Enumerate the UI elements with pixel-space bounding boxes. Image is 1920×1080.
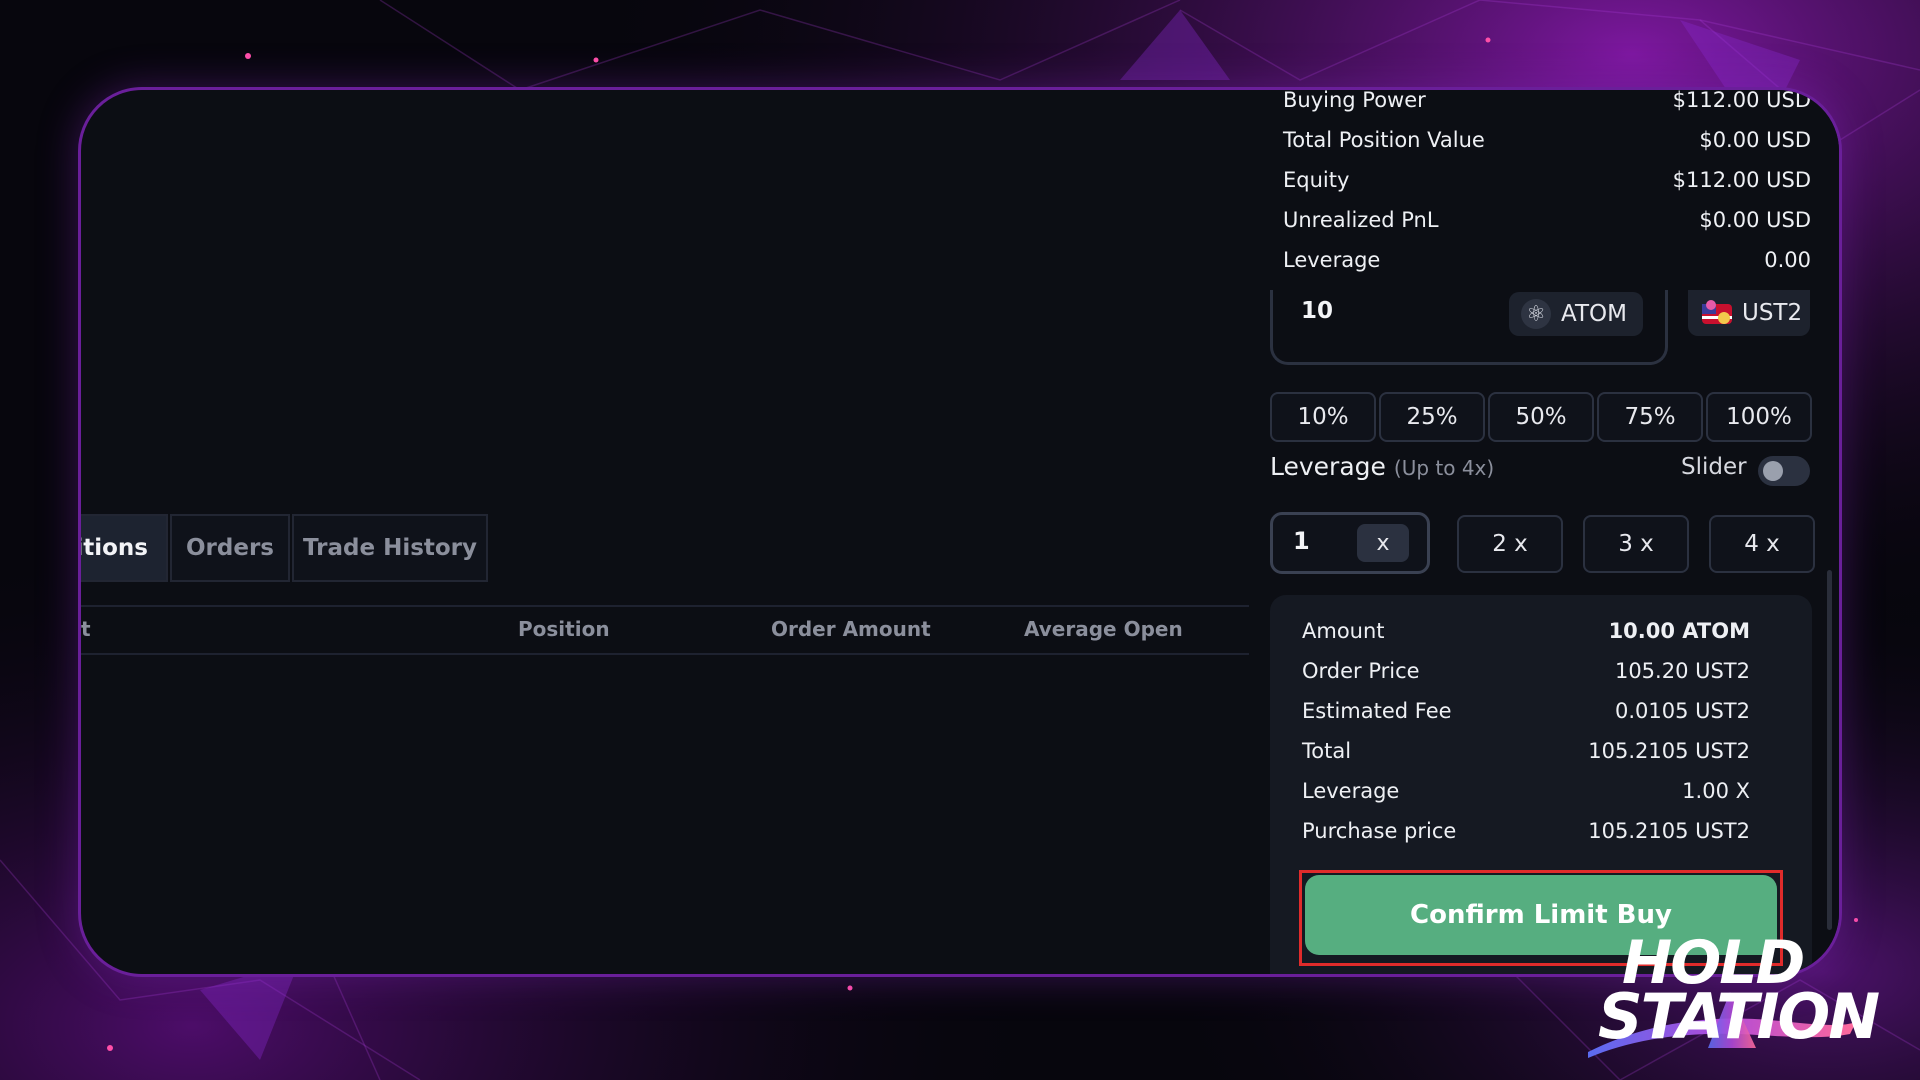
tab-orders[interactable]: Orders [170, 514, 290, 582]
summary-label: Buying Power [1283, 88, 1426, 112]
token-selector[interactable]: ⚛ ATOM [1509, 292, 1643, 336]
percent-button-25[interactable]: 25% [1379, 392, 1485, 442]
quote-token-selector[interactable]: UST2 [1688, 290, 1810, 336]
order-label: Purchase price [1302, 819, 1457, 843]
bottom-tabs: sitions Orders Trade History [81, 514, 490, 584]
summary-row-unrealized-pnl: Unrealized PnL $0.00 USD [1283, 208, 1811, 238]
summary-value: $112.00 USD [1672, 88, 1811, 112]
tab-positions[interactable]: sitions [81, 514, 168, 582]
percent-button-75[interactable]: 75% [1597, 392, 1703, 442]
order-label: Total [1302, 739, 1352, 763]
order-row-amount: Amount 10.00 ATOM [1302, 619, 1750, 649]
summary-value: $0.00 USD [1699, 128, 1811, 152]
ust2-token-icon [1702, 300, 1732, 324]
summary-row-leverage: Leverage 0.00 [1283, 248, 1811, 278]
order-value: 1.00 X [1682, 779, 1750, 803]
logo-text-line2: STATION [1598, 980, 1880, 1053]
trading-window: sitions Orders Trade History t Position … [78, 87, 1842, 977]
summary-label: Equity [1283, 168, 1350, 192]
order-label: Leverage [1302, 779, 1400, 803]
leverage-input-value: 1 [1293, 527, 1310, 555]
order-row-estimated-fee: Estimated Fee 0.0105 UST2 [1302, 699, 1750, 729]
panel-scrollbar[interactable] [1827, 570, 1832, 930]
order-label: Amount [1302, 619, 1385, 643]
order-label: Estimated Fee [1302, 699, 1452, 723]
column-header-average-open: Average Open [1024, 617, 1183, 641]
column-header-position: Position [518, 617, 610, 641]
slider-label: Slider [1681, 454, 1747, 480]
summary-value: $0.00 USD [1699, 208, 1811, 232]
account-summary: Buying Power $112.00 USD Total Position … [1283, 90, 1811, 300]
percent-button-10[interactable]: 10% [1270, 392, 1376, 442]
summary-label: Unrealized PnL [1283, 208, 1439, 232]
summary-row-equity: Equity $112.00 USD [1283, 168, 1811, 198]
summary-label: Leverage [1283, 248, 1381, 272]
slider-toggle[interactable] [1758, 456, 1810, 486]
order-value: 105.20 UST2 [1614, 659, 1750, 683]
toggle-knob [1763, 461, 1783, 481]
percent-buttons: 10% 25% 50% 75% 100% [1270, 392, 1812, 442]
leverage-subtitle: (Up to 4x) [1393, 456, 1495, 480]
order-row-total: Total 105.2105 UST2 [1302, 739, 1750, 769]
column-header-order-amount: Order Amount [771, 617, 931, 641]
positions-table-header: t Position Order Amount Average Open [81, 605, 1249, 655]
summary-label: Total Position Value [1283, 128, 1485, 152]
leverage-input-suffix: x [1357, 524, 1409, 562]
leverage-button-2x[interactable]: 2 x [1457, 515, 1563, 573]
amount-value: 10 [1301, 298, 1334, 324]
order-row-leverage: Leverage 1.00 X [1302, 779, 1750, 809]
leverage-button-4x[interactable]: 4 x [1709, 515, 1815, 573]
summary-value: $112.00 USD [1672, 168, 1811, 192]
token-symbol: ATOM [1561, 301, 1627, 327]
order-label: Order Price [1302, 659, 1420, 683]
order-value: 10.00 ATOM [1608, 619, 1750, 643]
order-row-order-price: Order Price 105.20 UST2 [1302, 659, 1750, 689]
quote-token-symbol: UST2 [1742, 300, 1803, 326]
cosmos-atom-icon: ⚛ [1521, 299, 1551, 329]
leverage-button-3x[interactable]: 3 x [1583, 515, 1689, 573]
order-value: 105.2105 UST2 [1588, 819, 1750, 843]
holdstation-logo: HOLD STATION [1580, 928, 1880, 1060]
order-row-purchase-price: Purchase price 105.2105 UST2 [1302, 819, 1750, 849]
percent-button-50[interactable]: 50% [1488, 392, 1594, 442]
tab-trade-history[interactable]: Trade History [292, 514, 488, 582]
amount-input[interactable]: 10 ⚛ ATOM [1270, 290, 1668, 365]
order-value: 0.0105 UST2 [1614, 699, 1750, 723]
order-value: 105.2105 UST2 [1588, 739, 1750, 763]
summary-row-total-position-value: Total Position Value $0.00 USD [1283, 128, 1811, 158]
summary-value: 0.00 [1764, 248, 1811, 272]
column-header-partial: t [81, 617, 91, 641]
leverage-heading: Leverage (Up to 4x) [1270, 452, 1494, 481]
leverage-title: Leverage [1270, 452, 1386, 481]
order-panel: Buying Power $112.00 USD Total Position … [1249, 90, 1839, 974]
summary-row-buying-power: Buying Power $112.00 USD [1283, 88, 1811, 118]
percent-button-100[interactable]: 100% [1706, 392, 1812, 442]
leverage-input[interactable]: 1 x [1270, 512, 1430, 574]
